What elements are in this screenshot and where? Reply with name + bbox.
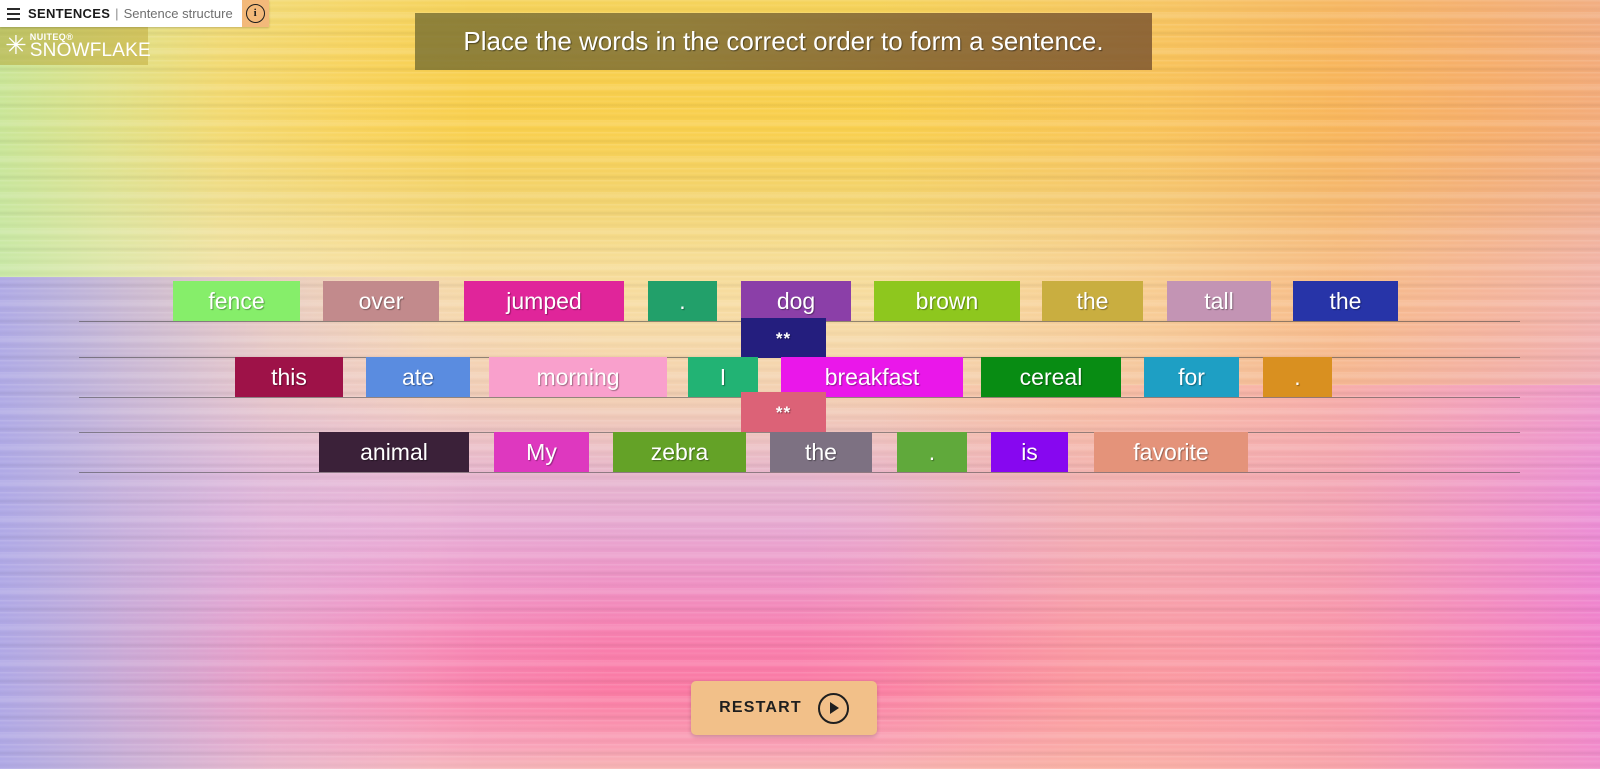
word-tile-label: morning [536,363,620,390]
word-tile[interactable]: jumped [464,281,624,321]
word-tile[interactable]: for [1144,357,1239,397]
word-tile-label: for [1178,363,1205,390]
brand-logo-text: NUITEQ® SNOWFLAKE [29,32,151,61]
word-tile-label: zebra [650,438,709,465]
word-tile[interactable]: over [323,281,439,321]
word-tile[interactable]: breakfast [781,357,963,397]
page-subtitle: Sentence structure [123,6,233,21]
word-tile[interactable]: . [648,281,717,321]
word-tile[interactable]: the [1293,281,1398,321]
restart-button[interactable]: RESTART [691,681,877,735]
word-tile[interactable]: is [991,432,1068,472]
snowflake-icon: ✳ [5,31,27,61]
word-tile[interactable]: the [1042,281,1143,321]
word-tile[interactable]: ate [366,357,470,397]
word-tile[interactable]: ** [741,318,826,358]
word-tile-label: ** [775,402,792,422]
word-tile[interactable]: favorite [1094,432,1248,472]
word-tile[interactable]: ** [741,392,826,432]
top-bar: SENTENCES | Sentence structure i [0,0,269,27]
word-tile-label: the [1076,287,1109,314]
word-tile-label: animal [360,438,428,465]
word-tile[interactable]: this [235,357,343,397]
word-tile[interactable]: My [494,432,589,472]
restart-label: RESTART [719,699,802,716]
word-tile[interactable]: brown [874,281,1020,321]
app-title-group: SENTENCES | Sentence structure [26,0,242,27]
word-tile[interactable]: . [897,432,967,472]
word-tile-label: fence [208,287,265,314]
info-button[interactable]: i [241,0,269,27]
sentence-structure-app: SENTENCES | Sentence structure i ✳ NUITE… [0,0,1600,769]
word-tile-label: I [719,363,727,390]
word-tile[interactable]: the [770,432,872,472]
play-triangle [830,702,840,714]
word-tile-label: ** [775,328,792,348]
word-tile[interactable]: zebra [613,432,746,472]
word-tile[interactable]: . [1263,357,1332,397]
instruction-text: Place the words in the correct order to … [463,26,1104,56]
word-tile-label: . [679,287,686,314]
word-tile-label: favorite [1133,438,1209,465]
word-tile-label: over [358,287,404,314]
brand-logo: ✳ NUITEQ® SNOWFLAKE [0,27,151,65]
play-circle-icon [817,692,849,724]
word-tile-label: this [271,363,307,390]
page-title: SENTENCES [28,6,111,21]
word-tile-label: the [805,438,837,465]
word-tile-label: brown [915,287,979,314]
word-tile[interactable]: I [688,357,758,397]
word-tile-label: breakfast [824,363,920,390]
hamburger-icon[interactable] [0,0,26,27]
word-tile-label: ate [402,363,434,390]
word-tile[interactable]: tall [1167,281,1271,321]
word-tile-label: jumped [506,287,582,314]
word-tile[interactable]: fence [173,281,300,321]
word-tile-label: . [928,438,936,465]
title-separator: | [115,6,119,21]
info-icon: i [245,4,265,23]
word-tile[interactable]: morning [489,357,667,397]
word-tile-label: tall [1204,287,1234,314]
word-tile[interactable]: dog [741,281,851,321]
word-tile-label: dog [776,287,816,314]
instruction-banner: Place the words in the correct order to … [415,13,1152,70]
word-tile-label: is [1021,438,1038,465]
word-tile-label: the [1329,287,1362,314]
word-tile-label: My [526,438,557,465]
word-tile-label: . [1294,363,1301,390]
word-tile[interactable]: animal [319,432,469,472]
word-tile[interactable]: cereal [981,357,1121,397]
word-tile-label: cereal [1019,363,1083,390]
brand-name-snowflake: SNOWFLAKE [29,39,151,61]
